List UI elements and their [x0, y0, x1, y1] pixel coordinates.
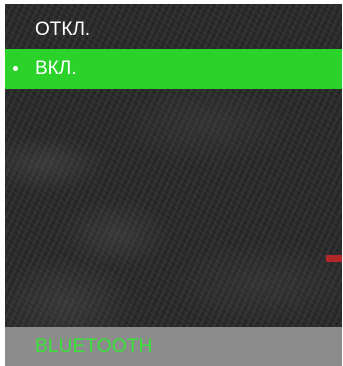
menu-item-label: ОТКЛ.	[35, 19, 91, 40]
menu-panel: ОТКЛ. ВКЛ.	[5, 4, 342, 327]
menu-item-label: ВКЛ.	[35, 58, 77, 79]
bluetooth-menu-screen: ОТКЛ. ВКЛ. BLUETOOTH	[0, 0, 343, 366]
bullet-icon	[13, 66, 18, 71]
menu-item-off[interactable]: ОТКЛ.	[5, 11, 342, 49]
footer-title: BLUETOOTH	[35, 336, 153, 357]
menu-item-on[interactable]: ВКЛ.	[5, 49, 342, 89]
scroll-indicator	[326, 255, 342, 262]
footer-bar: BLUETOOTH	[5, 327, 342, 366]
